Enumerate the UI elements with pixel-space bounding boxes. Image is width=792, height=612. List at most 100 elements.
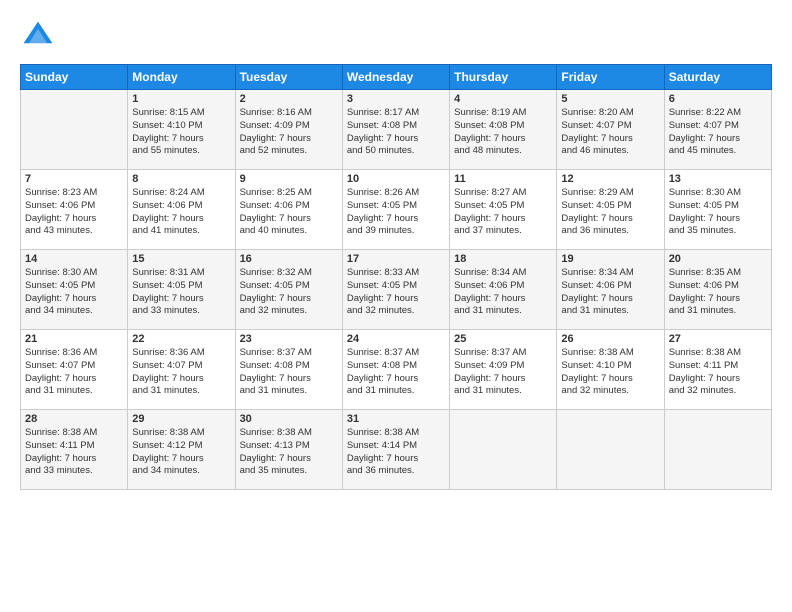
day-info: Sunrise: 8:35 AM Sunset: 4:06 PM Dayligh… (669, 267, 767, 318)
day-cell: 3Sunrise: 8:17 AM Sunset: 4:08 PM Daylig… (342, 90, 449, 170)
day-cell: 25 Sunrise: 8:37 AM Sunset: 4:09 PM Dayli… (450, 330, 557, 410)
day-number: 22 (132, 333, 230, 345)
day-info: Sunrise: 8:31 AM Sunset: 4:05 PM Dayligh… (132, 267, 230, 318)
header-row: SundayMondayTuesdayWednesdayThursdayFrid… (21, 65, 772, 90)
day-info: Sunrise: 8:23 AM Sunset: 4:06 PM Dayligh… (25, 187, 123, 238)
day-number: 17 (347, 253, 445, 265)
day-info: Sunrise: 8:26 AM Sunset: 4:05 PM Dayligh… (347, 187, 445, 238)
day-info: Sunrise: 8:37 AM Sunset: 4:09 PM Dayligh… (454, 347, 552, 398)
day-number: 7 (25, 173, 123, 185)
day-info: Sunrise: 8:22 AM Sunset: 4:07 PM Dayligh… (669, 107, 767, 158)
day-cell: 22 Sunrise: 8:36 AM Sunset: 4:07 PM Dayli… (128, 330, 235, 410)
day-cell: 26 Sunrise: 8:38 AM Sunset: 4:10 PM Dayli… (557, 330, 664, 410)
day-cell: 20Sunrise: 8:35 AM Sunset: 4:06 PM Dayli… (664, 250, 771, 330)
day-cell: 11Sunrise: 8:27 AM Sunset: 4:05 PM Dayli… (450, 170, 557, 250)
day-cell: 18 Sunrise: 8:34 AM Sunset: 4:06 PM Dayli… (450, 250, 557, 330)
logo-icon (20, 18, 56, 54)
day-info: Sunrise: 8:38 AM Sunset: 4:10 PM Dayligh… (561, 347, 659, 398)
day-info: Sunrise: 8:34 AM Sunset: 4:06 PM Dayligh… (561, 267, 659, 318)
day-info: Sunrise: 8:15 AM Sunset: 4:10 PM Dayligh… (132, 107, 230, 158)
day-cell: 31 Sunrise: 8:38 AM Sunset: 4:14 PM Dayli… (342, 410, 449, 490)
day-cell: 12 Sunrise: 8:29 AM Sunset: 4:05 PM Dayli… (557, 170, 664, 250)
day-number: 9 (240, 173, 338, 185)
day-cell: 30 Sunrise: 8:38 AM Sunset: 4:13 PM Dayli… (235, 410, 342, 490)
day-number: 15 (132, 253, 230, 265)
header-cell-thursday: Thursday (450, 65, 557, 90)
day-number: 24 (347, 333, 445, 345)
day-number: 27 (669, 333, 767, 345)
day-info: Sunrise: 8:33 AM Sunset: 4:05 PM Dayligh… (347, 267, 445, 318)
day-number: 29 (132, 413, 230, 425)
day-info: Sunrise: 8:24 AM Sunset: 4:06 PM Dayligh… (132, 187, 230, 238)
day-cell: 10 Sunrise: 8:26 AM Sunset: 4:05 PM Dayli… (342, 170, 449, 250)
logo (20, 18, 58, 54)
week-row-2: 14 Sunrise: 8:30 AM Sunset: 4:05 PM Dayli… (21, 250, 772, 330)
day-info: Sunrise: 8:30 AM Sunset: 4:05 PM Dayligh… (25, 267, 123, 318)
day-info: Sunrise: 8:38 AM Sunset: 4:13 PM Dayligh… (240, 427, 338, 478)
day-number: 28 (25, 413, 123, 425)
day-number: 3 (347, 93, 445, 105)
day-number: 31 (347, 413, 445, 425)
day-info: Sunrise: 8:19 AM Sunset: 4:08 PM Dayligh… (454, 107, 552, 158)
day-number: 21 (25, 333, 123, 345)
week-row-3: 21 Sunrise: 8:36 AM Sunset: 4:07 PM Dayli… (21, 330, 772, 410)
day-cell: 8Sunrise: 8:24 AM Sunset: 4:06 PM Daylig… (128, 170, 235, 250)
calendar-table: SundayMondayTuesdayWednesdayThursdayFrid… (20, 64, 772, 490)
day-cell: 16 Sunrise: 8:32 AM Sunset: 4:05 PM Dayli… (235, 250, 342, 330)
day-cell (450, 410, 557, 490)
day-number: 25 (454, 333, 552, 345)
header-cell-tuesday: Tuesday (235, 65, 342, 90)
day-number: 4 (454, 93, 552, 105)
day-cell: 23Sunrise: 8:37 AM Sunset: 4:08 PM Dayli… (235, 330, 342, 410)
day-info: Sunrise: 8:29 AM Sunset: 4:05 PM Dayligh… (561, 187, 659, 238)
header (20, 18, 772, 54)
day-number: 19 (561, 253, 659, 265)
day-cell: 17 Sunrise: 8:33 AM Sunset: 4:05 PM Dayli… (342, 250, 449, 330)
day-number: 12 (561, 173, 659, 185)
day-cell: 7 Sunrise: 8:23 AM Sunset: 4:06 PM Daylig… (21, 170, 128, 250)
day-number: 6 (669, 93, 767, 105)
header-cell-sunday: Sunday (21, 65, 128, 90)
day-cell: 6 Sunrise: 8:22 AM Sunset: 4:07 PM Daylig… (664, 90, 771, 170)
day-number: 16 (240, 253, 338, 265)
week-row-4: 28 Sunrise: 8:38 AM Sunset: 4:11 PM Dayli… (21, 410, 772, 490)
day-info: Sunrise: 8:37 AM Sunset: 4:08 PM Dayligh… (347, 347, 445, 398)
day-cell: 9Sunrise: 8:25 AM Sunset: 4:06 PM Daylig… (235, 170, 342, 250)
day-cell (664, 410, 771, 490)
week-row-0: 1 Sunrise: 8:15 AM Sunset: 4:10 PM Daylig… (21, 90, 772, 170)
day-info: Sunrise: 8:36 AM Sunset: 4:07 PM Dayligh… (25, 347, 123, 398)
day-cell: 4 Sunrise: 8:19 AM Sunset: 4:08 PM Daylig… (450, 90, 557, 170)
day-number: 14 (25, 253, 123, 265)
day-cell (557, 410, 664, 490)
day-info: Sunrise: 8:16 AM Sunset: 4:09 PM Dayligh… (240, 107, 338, 158)
day-number: 13 (669, 173, 767, 185)
week-row-1: 7 Sunrise: 8:23 AM Sunset: 4:06 PM Daylig… (21, 170, 772, 250)
header-cell-monday: Monday (128, 65, 235, 90)
day-info: Sunrise: 8:20 AM Sunset: 4:07 PM Dayligh… (561, 107, 659, 158)
day-number: 26 (561, 333, 659, 345)
day-number: 18 (454, 253, 552, 265)
header-cell-friday: Friday (557, 65, 664, 90)
day-number: 5 (561, 93, 659, 105)
day-info: Sunrise: 8:38 AM Sunset: 4:11 PM Dayligh… (25, 427, 123, 478)
day-cell: 24 Sunrise: 8:37 AM Sunset: 4:08 PM Dayli… (342, 330, 449, 410)
day-number: 10 (347, 173, 445, 185)
day-info: Sunrise: 8:27 AM Sunset: 4:05 PM Dayligh… (454, 187, 552, 238)
calendar-page: SundayMondayTuesdayWednesdayThursdayFrid… (0, 0, 792, 612)
day-info: Sunrise: 8:38 AM Sunset: 4:11 PM Dayligh… (669, 347, 767, 398)
day-number: 30 (240, 413, 338, 425)
day-cell: 19 Sunrise: 8:34 AM Sunset: 4:06 PM Dayli… (557, 250, 664, 330)
day-info: Sunrise: 8:32 AM Sunset: 4:05 PM Dayligh… (240, 267, 338, 318)
day-cell: 14 Sunrise: 8:30 AM Sunset: 4:05 PM Dayli… (21, 250, 128, 330)
day-info: Sunrise: 8:38 AM Sunset: 4:12 PM Dayligh… (132, 427, 230, 478)
day-cell: 27 Sunrise: 8:38 AM Sunset: 4:11 PM Dayli… (664, 330, 771, 410)
day-info: Sunrise: 8:38 AM Sunset: 4:14 PM Dayligh… (347, 427, 445, 478)
day-number: 1 (132, 93, 230, 105)
header-cell-wednesday: Wednesday (342, 65, 449, 90)
day-info: Sunrise: 8:36 AM Sunset: 4:07 PM Dayligh… (132, 347, 230, 398)
day-cell: 15 Sunrise: 8:31 AM Sunset: 4:05 PM Dayli… (128, 250, 235, 330)
day-cell: 1 Sunrise: 8:15 AM Sunset: 4:10 PM Daylig… (128, 90, 235, 170)
day-cell: 13Sunrise: 8:30 AM Sunset: 4:05 PM Dayli… (664, 170, 771, 250)
day-number: 23 (240, 333, 338, 345)
day-info: Sunrise: 8:34 AM Sunset: 4:06 PM Dayligh… (454, 267, 552, 318)
